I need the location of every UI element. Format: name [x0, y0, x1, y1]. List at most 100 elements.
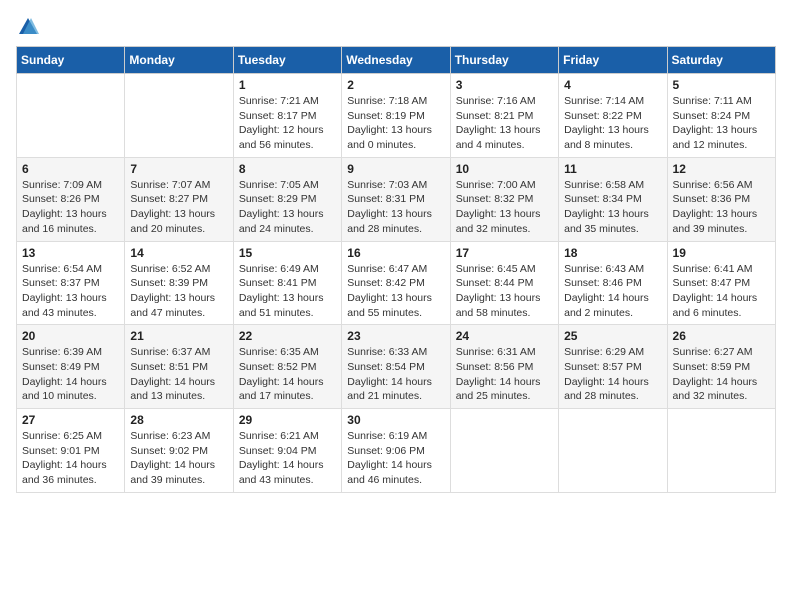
day-detail: Sunrise: 6:56 AMSunset: 8:36 PMDaylight:… — [673, 178, 770, 237]
day-detail: Sunrise: 6:33 AMSunset: 8:54 PMDaylight:… — [347, 345, 444, 404]
calendar-cell: 28 Sunrise: 6:23 AMSunset: 9:02 PMDayligh… — [125, 409, 233, 493]
day-detail: Sunrise: 6:27 AMSunset: 8:59 PMDaylight:… — [673, 345, 770, 404]
calendar-cell: 13 Sunrise: 6:54 AMSunset: 8:37 PMDayligh… — [17, 241, 125, 325]
calendar-cell: 23 Sunrise: 6:33 AMSunset: 8:54 PMDayligh… — [342, 325, 450, 409]
day-detail: Sunrise: 6:58 AMSunset: 8:34 PMDaylight:… — [564, 178, 661, 237]
calendar-cell: 5 Sunrise: 7:11 AMSunset: 8:24 PMDaylight… — [667, 74, 775, 158]
day-detail: Sunrise: 7:00 AMSunset: 8:32 PMDaylight:… — [456, 178, 553, 237]
day-number: 6 — [22, 162, 119, 176]
day-detail: Sunrise: 6:45 AMSunset: 8:44 PMDaylight:… — [456, 262, 553, 321]
day-detail: Sunrise: 6:29 AMSunset: 8:57 PMDaylight:… — [564, 345, 661, 404]
day-detail: Sunrise: 6:37 AMSunset: 8:51 PMDaylight:… — [130, 345, 227, 404]
day-detail: Sunrise: 6:25 AMSunset: 9:01 PMDaylight:… — [22, 429, 119, 488]
day-number: 18 — [564, 246, 661, 260]
day-number: 2 — [347, 78, 444, 92]
calendar-cell — [125, 74, 233, 158]
calendar-cell: 12 Sunrise: 6:56 AMSunset: 8:36 PMDayligh… — [667, 157, 775, 241]
calendar-cell: 24 Sunrise: 6:31 AMSunset: 8:56 PMDayligh… — [450, 325, 558, 409]
day-detail: Sunrise: 6:41 AMSunset: 8:47 PMDaylight:… — [673, 262, 770, 321]
day-detail: Sunrise: 7:14 AMSunset: 8:22 PMDaylight:… — [564, 94, 661, 153]
day-detail: Sunrise: 6:52 AMSunset: 8:39 PMDaylight:… — [130, 262, 227, 321]
day-number: 28 — [130, 413, 227, 427]
day-detail: Sunrise: 7:21 AMSunset: 8:17 PMDaylight:… — [239, 94, 336, 153]
column-header-saturday: Saturday — [667, 47, 775, 74]
day-number: 3 — [456, 78, 553, 92]
column-header-wednesday: Wednesday — [342, 47, 450, 74]
calendar-cell: 11 Sunrise: 6:58 AMSunset: 8:34 PMDayligh… — [559, 157, 667, 241]
day-number: 25 — [564, 329, 661, 343]
day-number: 11 — [564, 162, 661, 176]
day-number: 23 — [347, 329, 444, 343]
calendar-cell: 21 Sunrise: 6:37 AMSunset: 8:51 PMDayligh… — [125, 325, 233, 409]
day-number: 7 — [130, 162, 227, 176]
day-detail: Sunrise: 7:05 AMSunset: 8:29 PMDaylight:… — [239, 178, 336, 237]
day-number: 19 — [673, 246, 770, 260]
day-number: 8 — [239, 162, 336, 176]
day-detail: Sunrise: 6:39 AMSunset: 8:49 PMDaylight:… — [22, 345, 119, 404]
calendar-cell — [450, 409, 558, 493]
day-number: 26 — [673, 329, 770, 343]
calendar-cell: 10 Sunrise: 7:00 AMSunset: 8:32 PMDayligh… — [450, 157, 558, 241]
calendar-cell: 20 Sunrise: 6:39 AMSunset: 8:49 PMDayligh… — [17, 325, 125, 409]
calendar-cell — [559, 409, 667, 493]
column-header-sunday: Sunday — [17, 47, 125, 74]
calendar-cell: 17 Sunrise: 6:45 AMSunset: 8:44 PMDayligh… — [450, 241, 558, 325]
day-number: 12 — [673, 162, 770, 176]
column-header-tuesday: Tuesday — [233, 47, 341, 74]
day-detail: Sunrise: 7:09 AMSunset: 8:26 PMDaylight:… — [22, 178, 119, 237]
day-number: 24 — [456, 329, 553, 343]
day-number: 22 — [239, 329, 336, 343]
calendar-cell: 8 Sunrise: 7:05 AMSunset: 8:29 PMDaylight… — [233, 157, 341, 241]
calendar-cell: 4 Sunrise: 7:14 AMSunset: 8:22 PMDaylight… — [559, 74, 667, 158]
day-detail: Sunrise: 7:18 AMSunset: 8:19 PMDaylight:… — [347, 94, 444, 153]
day-detail: Sunrise: 7:03 AMSunset: 8:31 PMDaylight:… — [347, 178, 444, 237]
day-number: 16 — [347, 246, 444, 260]
calendar-cell: 2 Sunrise: 7:18 AMSunset: 8:19 PMDaylight… — [342, 74, 450, 158]
calendar-cell: 7Sunrise: 7:07 AMSunset: 8:27 PMDaylight… — [125, 157, 233, 241]
day-number: 21 — [130, 329, 227, 343]
page-header — [16, 16, 776, 34]
column-header-thursday: Thursday — [450, 47, 558, 74]
day-number: 9 — [347, 162, 444, 176]
day-number: 30 — [347, 413, 444, 427]
day-number: 27 — [22, 413, 119, 427]
day-number: 13 — [22, 246, 119, 260]
day-detail: Sunrise: 7:11 AMSunset: 8:24 PMDaylight:… — [673, 94, 770, 153]
calendar-cell: 1 Sunrise: 7:21 AMSunset: 8:17 PMDaylight… — [233, 74, 341, 158]
day-number: 5 — [673, 78, 770, 92]
calendar-cell: 30 Sunrise: 6:19 AMSunset: 9:06 PMDayligh… — [342, 409, 450, 493]
day-number: 17 — [456, 246, 553, 260]
calendar-cell: 19 Sunrise: 6:41 AMSunset: 8:47 PMDayligh… — [667, 241, 775, 325]
day-number: 10 — [456, 162, 553, 176]
calendar-cell: 29Sunrise: 6:21 AMSunset: 9:04 PMDayligh… — [233, 409, 341, 493]
day-number: 14 — [130, 246, 227, 260]
calendar-cell: 16 Sunrise: 6:47 AMSunset: 8:42 PMDayligh… — [342, 241, 450, 325]
calendar-cell: 6 Sunrise: 7:09 AMSunset: 8:26 PMDaylight… — [17, 157, 125, 241]
day-number: 15 — [239, 246, 336, 260]
column-header-monday: Monday — [125, 47, 233, 74]
calendar-table: SundayMondayTuesdayWednesdayThursdayFrid… — [16, 46, 776, 493]
day-detail: Sunrise: 6:54 AMSunset: 8:37 PMDaylight:… — [22, 262, 119, 321]
calendar-cell: 9 Sunrise: 7:03 AMSunset: 8:31 PMDaylight… — [342, 157, 450, 241]
day-detail: Sunrise: 6:47 AMSunset: 8:42 PMDaylight:… — [347, 262, 444, 321]
day-detail: Sunrise: 6:35 AMSunset: 8:52 PMDaylight:… — [239, 345, 336, 404]
day-detail: Sunrise: 6:21 AMSunset: 9:04 PMDaylight:… — [239, 429, 336, 488]
calendar-cell — [17, 74, 125, 158]
day-detail: Sunrise: 6:23 AMSunset: 9:02 PMDaylight:… — [130, 429, 227, 488]
calendar-cell: 22 Sunrise: 6:35 AMSunset: 8:52 PMDayligh… — [233, 325, 341, 409]
day-detail: Sunrise: 7:16 AMSunset: 8:21 PMDaylight:… — [456, 94, 553, 153]
day-detail: Sunrise: 6:19 AMSunset: 9:06 PMDaylight:… — [347, 429, 444, 488]
day-detail: Sunrise: 6:31 AMSunset: 8:56 PMDaylight:… — [456, 345, 553, 404]
calendar-cell: 27 Sunrise: 6:25 AMSunset: 9:01 PMDayligh… — [17, 409, 125, 493]
day-number: 4 — [564, 78, 661, 92]
day-number: 1 — [239, 78, 336, 92]
calendar-cell: 14 Sunrise: 6:52 AMSunset: 8:39 PMDayligh… — [125, 241, 233, 325]
logo-icon — [17, 16, 39, 38]
day-number: 20 — [22, 329, 119, 343]
column-header-friday: Friday — [559, 47, 667, 74]
calendar-cell — [667, 409, 775, 493]
calendar-cell: 26 Sunrise: 6:27 AMSunset: 8:59 PMDayligh… — [667, 325, 775, 409]
day-detail: Sunrise: 6:43 AMSunset: 8:46 PMDaylight:… — [564, 262, 661, 321]
calendar-cell: 15Sunrise: 6:49 AMSunset: 8:41 PMDayligh… — [233, 241, 341, 325]
calendar-cell: 18 Sunrise: 6:43 AMSunset: 8:46 PMDayligh… — [559, 241, 667, 325]
